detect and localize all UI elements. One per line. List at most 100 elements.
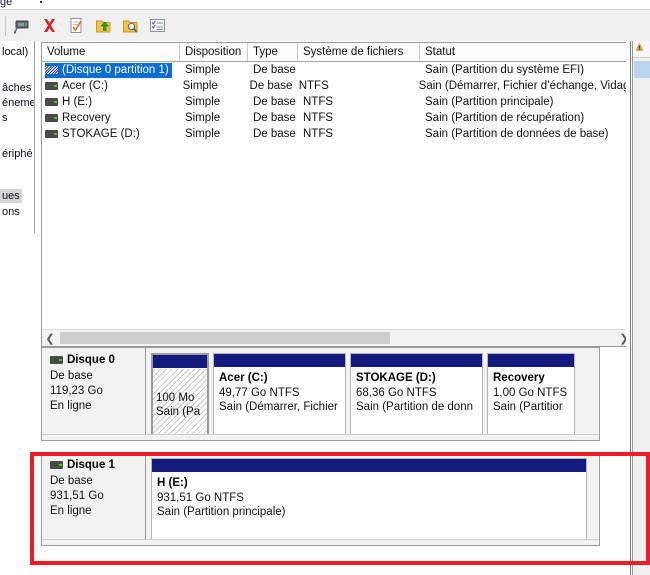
volume-name-label: H (E:): [58, 94, 92, 110]
partition-block[interactable]: H (E:)931,51 Go NTFSSain (Partition prin…: [151, 458, 587, 541]
cell-type: De base: [245, 78, 294, 94]
partition-title: STOKAGE (D:): [356, 372, 477, 384]
menu-item-fragment[interactable]: ge: [0, 0, 12, 8]
column-header-3[interactable]: Système de fichiers: [298, 43, 420, 61]
partition-size: 100 Mo: [156, 391, 202, 405]
disk-panel-0[interactable]: Disque 0De base119,23 GoEn ligne100 MoSa…: [41, 347, 600, 441]
partition-color-bar: [488, 354, 574, 368]
delete-icon[interactable]: [36, 12, 63, 39]
graphical-disk-view[interactable]: Disque 0De base119,23 GoEn ligne100 MoSa…: [41, 347, 631, 573]
connect-to-another-computer-icon[interactable]: [9, 12, 36, 39]
partition-size: 68,36 Go NTFS: [356, 386, 477, 400]
volume-list-hscrollbar[interactable]: ❮ ❯: [42, 329, 632, 346]
table-row[interactable]: (Disque 0 partition 1) SimpleDe base Sain …: [42, 62, 632, 78]
scroll-left-arrow-icon[interactable]: ❮: [42, 330, 58, 346]
cell-type: De base: [248, 110, 298, 126]
volume-list[interactable]: VolumeDispositionTypeSystème de fichiers…: [41, 42, 633, 347]
disk-name-label: Disque 0: [67, 354, 115, 366]
cell-volume[interactable]: H (E:): [42, 94, 180, 110]
volume-name-label: (Disque 0 partition 1): [58, 62, 169, 78]
cell-type: De base: [248, 94, 298, 110]
disk-management-window: ge: [0, 0, 650, 575]
cell-filesystem: [298, 62, 420, 78]
partition-block[interactable]: Acer (C:) 49,77 Go NTFSSain (Démarrer, Fi…: [213, 353, 346, 436]
partition-title: H (E:): [157, 477, 581, 489]
partition-status: Sain (Démarrer, Fichier: [219, 400, 340, 414]
export-list-icon[interactable]: [90, 12, 117, 39]
actions-pane[interactable]: [632, 41, 650, 575]
disk-bottom-edge: [42, 539, 599, 545]
table-row[interactable]: STOKAGE (D:) SimpleDe baseNTFSSain (Parti…: [42, 126, 632, 142]
properties-checklist-icon[interactable]: [63, 12, 90, 39]
column-header-0[interactable]: Volume: [42, 43, 180, 61]
volume-list-header[interactable]: VolumeDispositionTypeSystème de fichiers…: [42, 43, 632, 62]
volume-list-rows[interactable]: (Disque 0 partition 1)SimpleDe baseSain …: [42, 62, 632, 142]
partition-color-bar: [214, 354, 345, 368]
partition-block[interactable]: 100 MoSain (Pa: [151, 353, 209, 436]
tree-item-6[interactable]: ons: [0, 205, 22, 219]
disk-partitions-1: H (E:)931,51 Go NTFSSain (Partition prin…: [147, 453, 599, 545]
drive-icon: [45, 114, 58, 122]
drive-icon: [45, 130, 58, 138]
partition-block[interactable]: STOKAGE (D:) 68,36 Go NTFSSain (Partition…: [350, 353, 483, 436]
console-tree[interactable]: local) âchesénemes ériphé ues ons: [0, 41, 35, 233]
menu-dot: [40, 1, 42, 3]
cell-filesystem: NTFS: [298, 126, 420, 142]
disk-state-label: En ligne: [50, 399, 145, 414]
disk-info-0[interactable]: Disque 0De base119,23 GoEn ligne: [42, 348, 146, 440]
cell-status: Sain (Partition du système EFI): [420, 62, 584, 78]
drive-icon: [50, 356, 63, 364]
cell-volume[interactable]: (Disque 0 partition 1): [42, 62, 180, 78]
partition-body: Acer (C:) 49,77 Go NTFSSain (Démarrer, Fi…: [214, 368, 345, 434]
column-header-1[interactable]: Disposition: [180, 43, 248, 61]
tree-item-1[interactable]: âches: [0, 81, 33, 95]
cell-volume[interactable]: Recovery: [42, 110, 180, 126]
column-header-2[interactable]: Type: [248, 43, 298, 61]
scrollbar-thumb[interactable]: [60, 332, 390, 344]
partition-size: 1,00 Go NTFS: [493, 386, 569, 400]
partition-block[interactable]: Recovery1,00 Go NTFSSain (Partitior: [487, 353, 575, 436]
show-hide-console-tree-icon[interactable]: [144, 12, 171, 39]
disk-title: Disque 1: [50, 459, 145, 471]
cell-filesystem: NTFS: [298, 110, 420, 126]
partition-title: Acer (C:): [219, 372, 340, 384]
disk-kind-label: De base: [50, 369, 145, 384]
column-header-4[interactable]: Statut: [420, 43, 630, 61]
table-row[interactable]: Acer (C:)SimpleDe baseNTFSSain (Démarrer…: [42, 78, 632, 94]
actions-pane-selected-item[interactable]: [634, 61, 650, 78]
efi-partition-icon: [45, 66, 58, 74]
disk-info-1[interactable]: Disque 1De base931,51 GoEn ligne: [42, 453, 146, 545]
tree-item-4[interactable]: ériphé: [0, 147, 35, 161]
disk-size-label: 931,51 Go: [50, 489, 145, 504]
tree-item-5[interactable]: ues: [0, 189, 22, 203]
cell-filesystem: NTFS: [294, 78, 414, 94]
cell-disposition: Simple: [180, 110, 248, 126]
volume-name-wrap: (Disque 0 partition 1): [45, 63, 172, 78]
cell-status: Sain (Partition de récupération): [420, 110, 584, 126]
cell-volume[interactable]: STOKAGE (D:): [42, 126, 180, 142]
pane-divider[interactable]: [630, 41, 631, 575]
table-row[interactable]: RecoverySimpleDe baseNTFSSain (Partition…: [42, 110, 632, 126]
volume-name-wrap: STOKAGE (D:): [45, 127, 143, 142]
tree-item-3[interactable]: s: [0, 111, 10, 125]
cell-type: De base: [248, 126, 298, 142]
partition-body: STOKAGE (D:) 68,36 Go NTFSSain (Partition…: [351, 368, 482, 434]
actions-pane-header: [633, 41, 650, 58]
table-row[interactable]: H (E:)SimpleDe baseNTFSSain (Partition p…: [42, 94, 632, 110]
cell-volume[interactable]: Acer (C:): [42, 78, 178, 94]
menu-bar-clipped[interactable]: ge: [0, 0, 650, 9]
disk-kind-label: De base: [50, 474, 145, 489]
console-tree-lower: [0, 233, 34, 575]
partition-status: Sain (Partition de donn: [356, 400, 477, 414]
partition-size: 49,77 Go NTFS: [219, 386, 340, 400]
tree-item-0[interactable]: local): [0, 45, 30, 59]
search-folder-icon[interactable]: [117, 12, 144, 39]
cell-disposition: Simple: [180, 126, 248, 142]
tree-item-2[interactable]: éneme: [0, 96, 35, 110]
cell-status: Sain (Partition de données de base): [420, 126, 608, 142]
cell-type: De base: [248, 62, 298, 78]
partition-status: Sain (Partition principale): [157, 505, 581, 519]
partition-body: 100 MoSain (Pa: [153, 369, 207, 435]
cell-disposition: Simple: [180, 62, 248, 78]
disk-panel-1[interactable]: Disque 1De base931,51 GoEn ligneH (E:)93…: [41, 452, 600, 546]
